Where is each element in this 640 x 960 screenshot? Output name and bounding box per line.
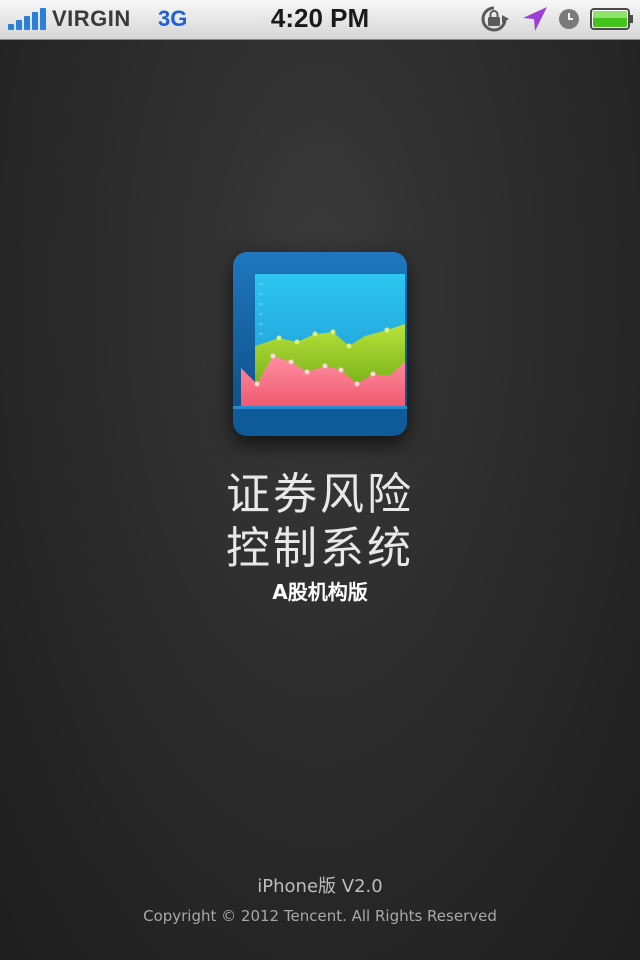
status-bar: VIRGIN 3G 4:20 PM (0, 0, 640, 40)
app-edition-subtitle: A股机构版 (272, 580, 368, 604)
battery-icon (590, 8, 633, 30)
location-arrow-icon (523, 7, 547, 31)
rotation-lock-icon (481, 6, 509, 32)
version-label: iPhone版 V2.0 (257, 876, 383, 897)
stock-chart-app-icon (233, 252, 407, 436)
app-title-line-2: 控制系统 (226, 523, 414, 574)
copyright-notice: Copyright © 2012 Tencent. All Rights Res… (143, 907, 497, 925)
alarm-clock-icon (559, 9, 579, 29)
